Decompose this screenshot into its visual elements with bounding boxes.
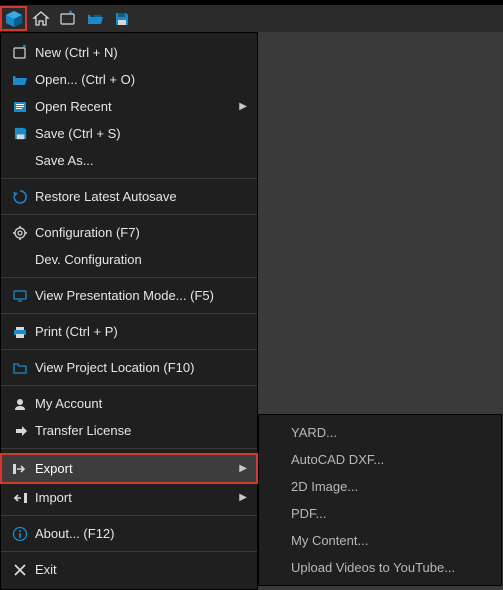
submenu-arrow-icon: ▶ — [237, 492, 247, 503]
menu-exit[interactable]: Exit — [1, 556, 257, 583]
menu-save-label: Save (Ctrl + S) — [31, 126, 247, 141]
export-yard-label: YARD... — [287, 425, 491, 440]
user-icon — [9, 396, 31, 412]
app-logo-button[interactable] — [0, 6, 27, 31]
save-icon — [9, 126, 31, 141]
menu-my-account-label: My Account — [31, 396, 247, 411]
submenu-arrow-icon: ▶ — [237, 463, 247, 474]
submenu-arrow-icon: ▶ — [237, 101, 247, 112]
menu-new[interactable]: New (Ctrl + N) — [1, 39, 257, 66]
menu-separator — [1, 349, 257, 350]
export-pdf-label: PDF... — [287, 506, 491, 521]
new-project-icon — [59, 10, 77, 28]
menu-export[interactable]: Export▶ — [0, 453, 258, 484]
menu-dev-configuration-label: Dev. Configuration — [31, 252, 247, 267]
menu-project-location-label: View Project Location (F10) — [31, 360, 247, 375]
menu-restore-autosave-label: Restore Latest Autosave — [31, 189, 247, 204]
export-2d-image[interactable]: 2D Image... — [259, 473, 501, 500]
export-dxf[interactable]: AutoCAD DXF... — [259, 446, 501, 473]
menu-transfer-license-label: Transfer License — [31, 423, 247, 438]
menu-separator — [1, 277, 257, 278]
menu-my-account[interactable]: My Account — [1, 390, 257, 417]
file-menu: New (Ctrl + N) Open... (Ctrl + O) Open Rec… — [0, 32, 258, 590]
menu-presentation[interactable]: View Presentation Mode... (F5) — [1, 282, 257, 309]
save-icon — [114, 11, 130, 27]
menu-print-label: Print (Ctrl + P) — [31, 324, 247, 339]
menu-import[interactable]: Import▶ — [1, 484, 257, 511]
info-icon — [9, 526, 31, 542]
menu-configuration-label: Configuration (F7) — [31, 225, 247, 240]
restore-icon — [9, 189, 31, 205]
export-youtube[interactable]: Upload Videos to YouTube... — [259, 554, 501, 581]
gear-icon — [9, 225, 31, 241]
folder-icon — [9, 360, 31, 376]
menu-separator — [1, 385, 257, 386]
menu-about[interactable]: About... (F12) — [1, 520, 257, 547]
menu-presentation-label: View Presentation Mode... (F5) — [31, 288, 247, 303]
app-logo-icon — [5, 10, 23, 28]
home-icon — [32, 10, 50, 28]
recent-icon — [9, 99, 31, 115]
export-2d-image-label: 2D Image... — [287, 479, 491, 494]
menu-new-label: New (Ctrl + N) — [31, 45, 247, 60]
menu-restore-autosave[interactable]: Restore Latest Autosave — [1, 183, 257, 210]
menu-project-location[interactable]: View Project Location (F10) — [1, 354, 257, 381]
menu-separator — [1, 551, 257, 552]
menu-exit-label: Exit — [31, 562, 247, 577]
export-yard[interactable]: YARD... — [259, 419, 501, 446]
monitor-icon — [9, 288, 31, 304]
menu-dev-configuration[interactable]: Dev. Configuration — [1, 246, 257, 273]
export-pdf[interactable]: PDF... — [259, 500, 501, 527]
open-folder-button[interactable] — [81, 5, 108, 32]
menu-configuration[interactable]: Configuration (F7) — [1, 219, 257, 246]
menu-separator — [1, 178, 257, 179]
menu-transfer-license[interactable]: Transfer License — [1, 417, 257, 444]
save-button[interactable] — [108, 5, 135, 32]
print-icon — [9, 324, 31, 340]
menu-open-label: Open... (Ctrl + O) — [31, 72, 247, 87]
new-project-button[interactable] — [54, 5, 81, 32]
menu-save[interactable]: Save (Ctrl + S) — [1, 120, 257, 147]
menu-open[interactable]: Open... (Ctrl + O) — [1, 66, 257, 93]
new-icon — [9, 45, 31, 61]
transfer-icon — [9, 423, 31, 439]
export-my-content[interactable]: My Content... — [259, 527, 501, 554]
menu-separator — [1, 448, 257, 449]
menu-separator — [1, 515, 257, 516]
open-icon — [9, 72, 31, 88]
menu-save-as[interactable]: Save As... — [1, 147, 257, 174]
open-folder-icon — [86, 10, 104, 28]
menu-separator — [1, 214, 257, 215]
toolbar — [0, 5, 503, 33]
menu-export-label: Export — [31, 461, 237, 476]
menu-separator — [1, 313, 257, 314]
import-icon — [9, 490, 31, 506]
export-my-content-label: My Content... — [287, 533, 491, 548]
menu-import-label: Import — [31, 490, 237, 505]
export-dxf-label: AutoCAD DXF... — [287, 452, 491, 467]
menu-open-recent-label: Open Recent — [31, 99, 237, 114]
export-youtube-label: Upload Videos to YouTube... — [287, 560, 491, 575]
menu-save-as-label: Save As... — [31, 153, 247, 168]
export-submenu: YARD... AutoCAD DXF... 2D Image... PDF... My… — [258, 414, 502, 586]
home-button[interactable] — [27, 5, 54, 32]
close-icon — [9, 563, 31, 577]
export-icon — [9, 461, 31, 477]
menu-open-recent[interactable]: Open Recent▶ — [1, 93, 257, 120]
menu-about-label: About... (F12) — [31, 526, 247, 541]
menu-print[interactable]: Print (Ctrl + P) — [1, 318, 257, 345]
